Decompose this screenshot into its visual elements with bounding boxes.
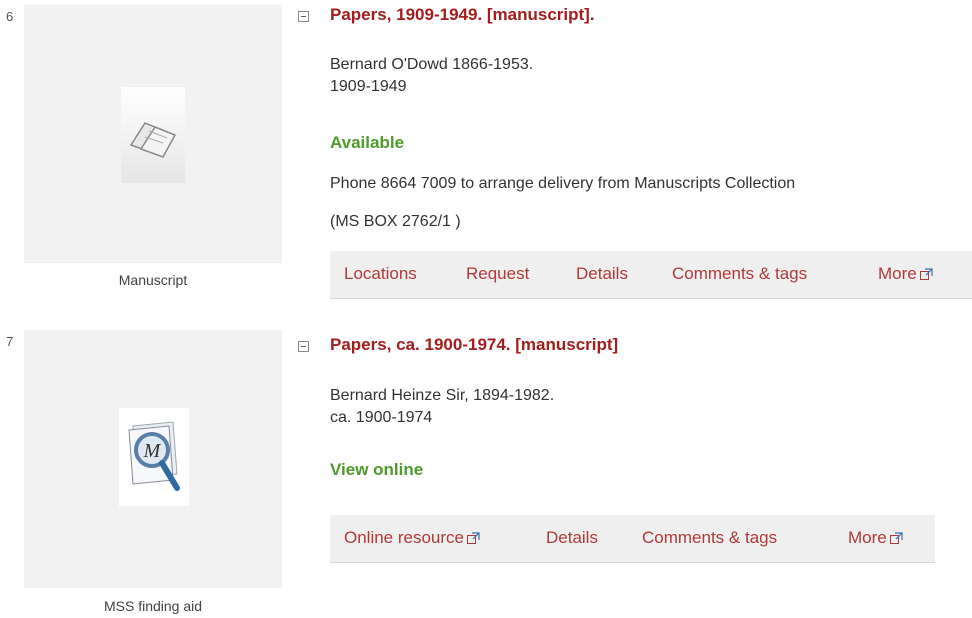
availability-status: Available: [330, 133, 405, 152]
action-bar: Locations Request Details Comments & tag…: [330, 251, 972, 299]
online-resource-label: Online resource: [344, 528, 465, 547]
record-number: 7: [6, 334, 14, 349]
external-link-icon: [467, 532, 480, 544]
record-dates: ca. 1900-1974: [330, 409, 433, 426]
online-resource-link[interactable]: Online resource: [344, 528, 480, 548]
svg-text:M: M: [143, 440, 162, 462]
details-link[interactable]: Details: [576, 264, 628, 284]
collapse-toggle[interactable]: [298, 11, 309, 22]
thumbnail-caption: MSS finding aid: [103, 598, 203, 614]
thumbnail-caption: Manuscript: [118, 272, 188, 288]
record-author: Bernard Heinze Sir, 1894-1982.: [330, 387, 555, 404]
details-link[interactable]: Details: [546, 528, 598, 548]
collapse-toggle[interactable]: [298, 341, 309, 352]
book-icon: [121, 87, 185, 183]
record-number: 6: [6, 9, 14, 24]
call-number: (MS BOX 2762/1 ): [330, 213, 461, 230]
record-thumbnail[interactable]: [24, 5, 282, 263]
finding-aid-icon: M: [119, 408, 189, 506]
request-link[interactable]: Request: [466, 264, 529, 284]
record-title[interactable]: Papers, 1909-1949. [manuscript].: [330, 5, 595, 25]
record-title[interactable]: Papers, ca. 1900-1974. [manuscript]: [330, 335, 618, 355]
action-bar: Online resource Details Comments & tags …: [330, 515, 935, 563]
comments-tags-link[interactable]: Comments & tags: [672, 264, 807, 284]
view-online-status[interactable]: View online: [330, 460, 423, 480]
comments-tags-link[interactable]: Comments & tags: [642, 528, 777, 548]
more-link[interactable]: More: [878, 264, 933, 284]
more-link-label: More: [878, 264, 917, 283]
delivery-note: Phone 8664 7009 to arrange delivery from…: [330, 175, 796, 192]
locations-link[interactable]: Locations: [344, 264, 417, 284]
more-link[interactable]: More: [848, 528, 903, 548]
more-link-label: More: [848, 528, 887, 547]
external-link-icon: [889, 532, 903, 544]
record-author: Bernard O'Dowd 1866-1953.: [330, 56, 534, 73]
record-dates: 1909-1949: [330, 78, 407, 95]
external-link-icon: [919, 268, 933, 280]
record-thumbnail[interactable]: M: [24, 330, 282, 588]
